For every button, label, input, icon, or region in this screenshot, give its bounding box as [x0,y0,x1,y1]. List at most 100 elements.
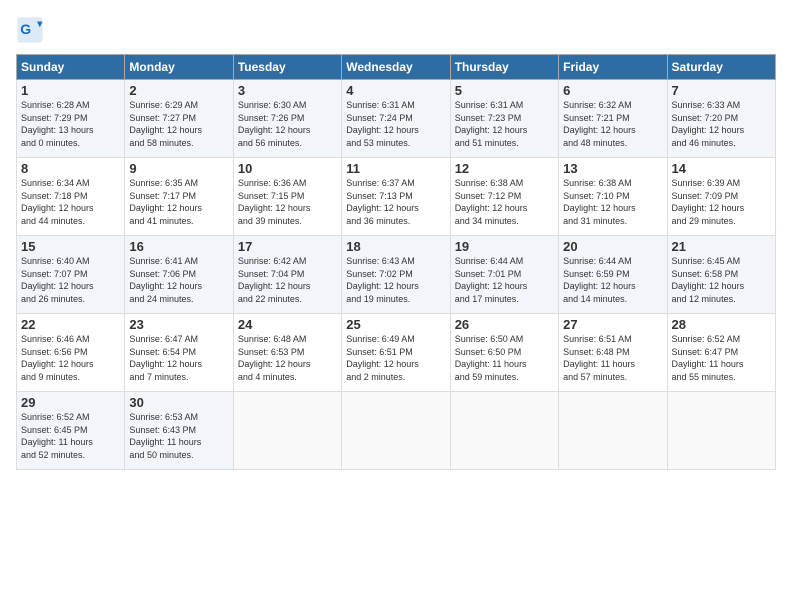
calendar-cell: 24Sunrise: 6:48 AM Sunset: 6:53 PM Dayli… [233,314,341,392]
calendar-cell: 27Sunrise: 6:51 AM Sunset: 6:48 PM Dayli… [559,314,667,392]
calendar-cell [559,392,667,470]
day-number: 20 [563,239,662,254]
calendar-cell: 30Sunrise: 6:53 AM Sunset: 6:43 PM Dayli… [125,392,233,470]
calendar-cell [667,392,775,470]
calendar-cell: 21Sunrise: 6:45 AM Sunset: 6:58 PM Dayli… [667,236,775,314]
calendar-cell [342,392,450,470]
calendar-cell: 5Sunrise: 6:31 AM Sunset: 7:23 PM Daylig… [450,80,558,158]
day-info: Sunrise: 6:42 AM Sunset: 7:04 PM Dayligh… [238,255,337,305]
calendar-cell: 8Sunrise: 6:34 AM Sunset: 7:18 PM Daylig… [17,158,125,236]
calendar-cell: 26Sunrise: 6:50 AM Sunset: 6:50 PM Dayli… [450,314,558,392]
day-number: 27 [563,317,662,332]
day-info: Sunrise: 6:46 AM Sunset: 6:56 PM Dayligh… [21,333,120,383]
day-number: 7 [672,83,771,98]
day-number: 12 [455,161,554,176]
calendar-cell: 1Sunrise: 6:28 AM Sunset: 7:29 PM Daylig… [17,80,125,158]
calendar-cell: 6Sunrise: 6:32 AM Sunset: 7:21 PM Daylig… [559,80,667,158]
day-number: 14 [672,161,771,176]
calendar-cell: 13Sunrise: 6:38 AM Sunset: 7:10 PM Dayli… [559,158,667,236]
calendar-cell: 15Sunrise: 6:40 AM Sunset: 7:07 PM Dayli… [17,236,125,314]
day-number: 30 [129,395,228,410]
calendar-cell: 4Sunrise: 6:31 AM Sunset: 7:24 PM Daylig… [342,80,450,158]
day-number: 28 [672,317,771,332]
day-info: Sunrise: 6:52 AM Sunset: 6:47 PM Dayligh… [672,333,771,383]
day-number: 19 [455,239,554,254]
day-info: Sunrise: 6:43 AM Sunset: 7:02 PM Dayligh… [346,255,445,305]
col-header-saturday: Saturday [667,55,775,80]
calendar-header-row: SundayMondayTuesdayWednesdayThursdayFrid… [17,55,776,80]
day-number: 23 [129,317,228,332]
day-number: 29 [21,395,120,410]
day-info: Sunrise: 6:38 AM Sunset: 7:12 PM Dayligh… [455,177,554,227]
col-header-monday: Monday [125,55,233,80]
main-container: G SundayMondayTuesdayWednesdayThursdayFr… [0,0,792,478]
calendar-cell: 25Sunrise: 6:49 AM Sunset: 6:51 PM Dayli… [342,314,450,392]
day-number: 26 [455,317,554,332]
svg-text:G: G [20,21,31,37]
day-info: Sunrise: 6:53 AM Sunset: 6:43 PM Dayligh… [129,411,228,461]
col-header-thursday: Thursday [450,55,558,80]
day-info: Sunrise: 6:28 AM Sunset: 7:29 PM Dayligh… [21,99,120,149]
day-info: Sunrise: 6:34 AM Sunset: 7:18 PM Dayligh… [21,177,120,227]
calendar-cell [233,392,341,470]
day-number: 6 [563,83,662,98]
calendar-week-row: 8Sunrise: 6:34 AM Sunset: 7:18 PM Daylig… [17,158,776,236]
calendar-cell: 10Sunrise: 6:36 AM Sunset: 7:15 PM Dayli… [233,158,341,236]
logo: G [16,16,48,44]
day-number: 5 [455,83,554,98]
day-number: 18 [346,239,445,254]
day-info: Sunrise: 6:52 AM Sunset: 6:45 PM Dayligh… [21,411,120,461]
calendar-cell: 22Sunrise: 6:46 AM Sunset: 6:56 PM Dayli… [17,314,125,392]
calendar-cell: 29Sunrise: 6:52 AM Sunset: 6:45 PM Dayli… [17,392,125,470]
col-header-sunday: Sunday [17,55,125,80]
day-number: 2 [129,83,228,98]
day-number: 3 [238,83,337,98]
calendar-week-row: 22Sunrise: 6:46 AM Sunset: 6:56 PM Dayli… [17,314,776,392]
day-info: Sunrise: 6:36 AM Sunset: 7:15 PM Dayligh… [238,177,337,227]
calendar-cell [450,392,558,470]
day-info: Sunrise: 6:38 AM Sunset: 7:10 PM Dayligh… [563,177,662,227]
day-info: Sunrise: 6:40 AM Sunset: 7:07 PM Dayligh… [21,255,120,305]
calendar-cell: 18Sunrise: 6:43 AM Sunset: 7:02 PM Dayli… [342,236,450,314]
day-info: Sunrise: 6:49 AM Sunset: 6:51 PM Dayligh… [346,333,445,383]
day-number: 9 [129,161,228,176]
day-number: 22 [21,317,120,332]
day-number: 11 [346,161,445,176]
calendar-cell: 11Sunrise: 6:37 AM Sunset: 7:13 PM Dayli… [342,158,450,236]
calendar-cell: 9Sunrise: 6:35 AM Sunset: 7:17 PM Daylig… [125,158,233,236]
day-info: Sunrise: 6:37 AM Sunset: 7:13 PM Dayligh… [346,177,445,227]
calendar-week-row: 15Sunrise: 6:40 AM Sunset: 7:07 PM Dayli… [17,236,776,314]
day-info: Sunrise: 6:33 AM Sunset: 7:20 PM Dayligh… [672,99,771,149]
day-number: 24 [238,317,337,332]
calendar-week-row: 29Sunrise: 6:52 AM Sunset: 6:45 PM Dayli… [17,392,776,470]
col-header-tuesday: Tuesday [233,55,341,80]
day-info: Sunrise: 6:50 AM Sunset: 6:50 PM Dayligh… [455,333,554,383]
calendar-cell: 14Sunrise: 6:39 AM Sunset: 7:09 PM Dayli… [667,158,775,236]
calendar-table: SundayMondayTuesdayWednesdayThursdayFrid… [16,54,776,470]
day-info: Sunrise: 6:41 AM Sunset: 7:06 PM Dayligh… [129,255,228,305]
day-info: Sunrise: 6:31 AM Sunset: 7:23 PM Dayligh… [455,99,554,149]
calendar-cell: 23Sunrise: 6:47 AM Sunset: 6:54 PM Dayli… [125,314,233,392]
calendar-cell: 7Sunrise: 6:33 AM Sunset: 7:20 PM Daylig… [667,80,775,158]
calendar-cell: 3Sunrise: 6:30 AM Sunset: 7:26 PM Daylig… [233,80,341,158]
col-header-wednesday: Wednesday [342,55,450,80]
calendar-cell: 28Sunrise: 6:52 AM Sunset: 6:47 PM Dayli… [667,314,775,392]
day-info: Sunrise: 6:29 AM Sunset: 7:27 PM Dayligh… [129,99,228,149]
header: G [16,16,776,44]
day-number: 16 [129,239,228,254]
day-info: Sunrise: 6:45 AM Sunset: 6:58 PM Dayligh… [672,255,771,305]
day-number: 25 [346,317,445,332]
day-number: 1 [21,83,120,98]
day-info: Sunrise: 6:31 AM Sunset: 7:24 PM Dayligh… [346,99,445,149]
calendar-cell: 12Sunrise: 6:38 AM Sunset: 7:12 PM Dayli… [450,158,558,236]
day-number: 21 [672,239,771,254]
day-info: Sunrise: 6:48 AM Sunset: 6:53 PM Dayligh… [238,333,337,383]
day-number: 10 [238,161,337,176]
day-info: Sunrise: 6:47 AM Sunset: 6:54 PM Dayligh… [129,333,228,383]
calendar-cell: 19Sunrise: 6:44 AM Sunset: 7:01 PM Dayli… [450,236,558,314]
day-number: 13 [563,161,662,176]
day-info: Sunrise: 6:44 AM Sunset: 7:01 PM Dayligh… [455,255,554,305]
col-header-friday: Friday [559,55,667,80]
day-info: Sunrise: 6:35 AM Sunset: 7:17 PM Dayligh… [129,177,228,227]
calendar-week-row: 1Sunrise: 6:28 AM Sunset: 7:29 PM Daylig… [17,80,776,158]
